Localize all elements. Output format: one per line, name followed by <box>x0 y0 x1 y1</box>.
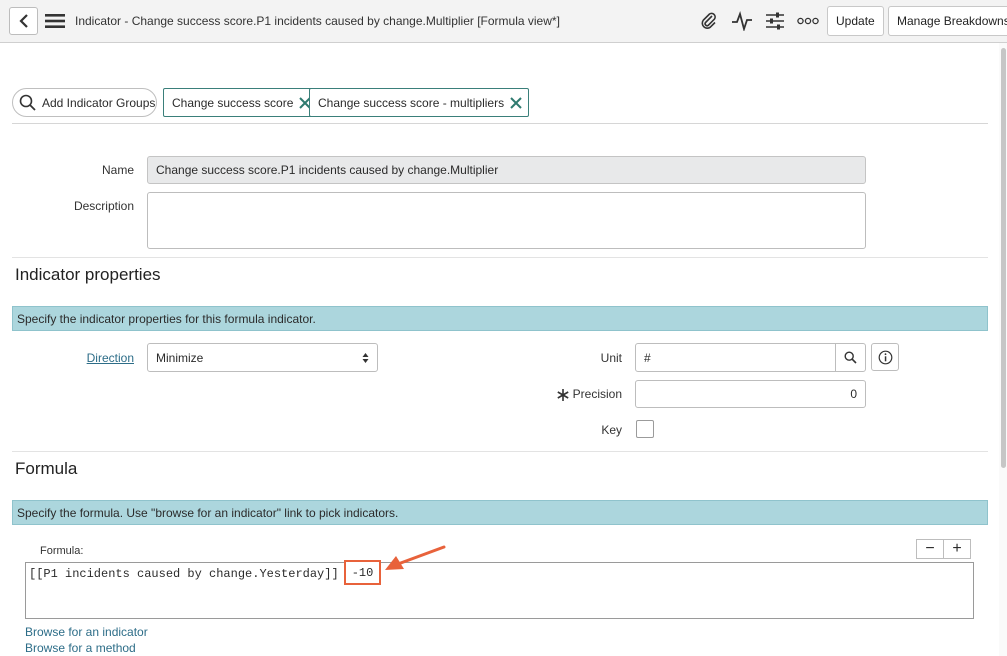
formula-editor[interactable]: [[P1 incidents caused by change.Yesterda… <box>25 560 974 619</box>
indicator-properties-info: Specify the indicator properties for thi… <box>12 306 988 331</box>
formula-title: Formula <box>15 459 78 478</box>
zoom-in-button[interactable]: + <box>943 539 971 559</box>
direction-select[interactable]: Minimize <box>147 343 378 372</box>
key-label: Key <box>601 423 622 437</box>
activity-icon[interactable] <box>730 10 754 32</box>
add-indicator-groups-button[interactable]: Add Indicator Groups <box>12 88 157 117</box>
back-button[interactable] <box>9 7 38 35</box>
annotation-arrow <box>385 545 446 570</box>
add-indicator-groups-label: Add Indicator Groups <box>42 95 156 110</box>
menu-icon[interactable] <box>45 12 65 30</box>
unit-label: Unit <box>600 351 622 365</box>
indicator-properties-title: Indicator properties <box>15 265 161 284</box>
info-icon <box>878 350 892 364</box>
scrollbar-thumb[interactable] <box>1001 48 1006 468</box>
description-label: Description <box>73 199 134 213</box>
select-arrows-icon <box>362 352 369 363</box>
form-header: Indicator - Change success score.P1 inci… <box>0 0 1007 43</box>
formula-label: Formula: <box>40 545 84 557</box>
update-button[interactable]: Update <box>827 6 884 36</box>
unit-lookup-button[interactable] <box>835 343 866 372</box>
paperclip-icon[interactable] <box>697 10 721 32</box>
name-label: Name <box>101 163 134 177</box>
group-tag: Change success score <box>163 88 319 117</box>
group-tag-label: Change success score <box>172 95 294 110</box>
key-checkbox[interactable] <box>636 420 654 438</box>
formula-info: Specify the formula. Use "browse for an … <box>12 500 988 525</box>
description-field[interactable] <box>147 192 866 249</box>
remove-tag-icon[interactable] <box>510 96 522 109</box>
unit-field[interactable]: # <box>635 343 836 372</box>
name-field[interactable]: Change success score.P1 incidents caused… <box>147 156 866 184</box>
settings-sliders-icon[interactable] <box>763 10 787 32</box>
group-tag: Change success score - multipliers <box>309 88 530 117</box>
precision-field[interactable]: 0 <box>635 380 866 408</box>
formula-multiplier-highlight: -10 <box>344 560 381 585</box>
back-icon <box>18 14 28 28</box>
browse-indicator-link[interactable]: Browse for an indicator <box>25 625 148 639</box>
formula-text: [[P1 incidents caused by change.Yesterda… <box>29 567 354 581</box>
manage-breakdowns-button[interactable]: Manage Breakdowns <box>888 6 1007 36</box>
divider <box>12 451 988 452</box>
direction-value: Minimize <box>156 350 204 365</box>
unit-info-button[interactable] <box>871 343 899 371</box>
divider <box>12 123 988 124</box>
search-icon <box>19 94 36 111</box>
more-icon[interactable] <box>796 10 820 32</box>
zoom-out-button[interactable]: − <box>916 539 944 559</box>
divider <box>12 257 988 258</box>
browse-method-link[interactable]: Browse for a method <box>25 641 136 655</box>
page-title: Indicator - Change success score.P1 inci… <box>75 14 560 28</box>
group-tag-label: Change success score - multipliers <box>318 95 505 110</box>
search-icon <box>844 351 857 364</box>
precision-label: Precision <box>572 387 622 401</box>
direction-link[interactable]: Direction <box>60 351 134 365</box>
